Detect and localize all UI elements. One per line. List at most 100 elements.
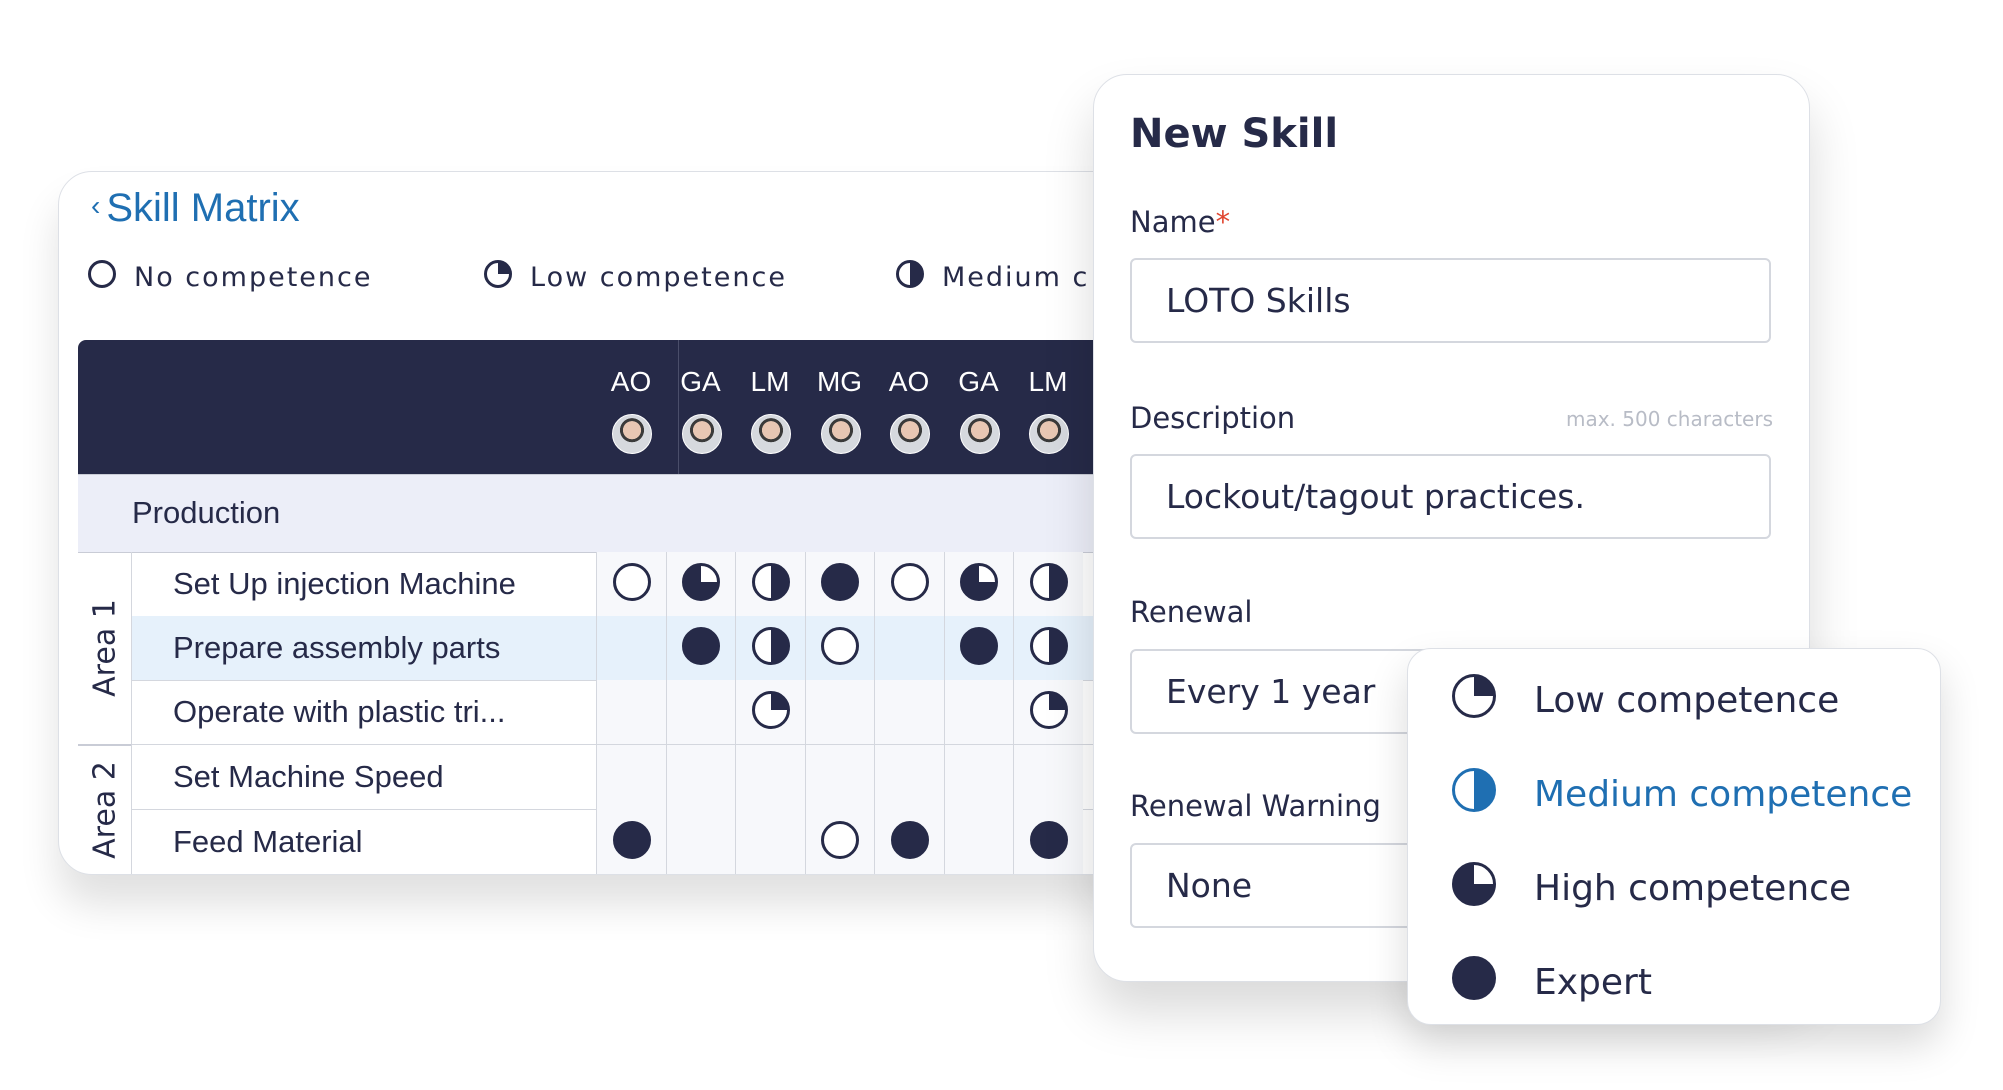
skill-cell[interactable] <box>943 616 1014 680</box>
column-initials: LM <box>750 366 790 397</box>
column-initials: GA <box>680 366 721 397</box>
avatar[interactable] <box>1029 414 1069 454</box>
column-initials: GA <box>958 366 999 397</box>
area-1-label: Area 1 <box>78 552 132 746</box>
avatar[interactable] <box>890 414 930 454</box>
description-hint: max. 500 characters <box>1565 407 1773 431</box>
expert-icon <box>821 563 859 605</box>
avatar[interactable] <box>681 414 722 454</box>
group-row-production[interactable]: Production <box>78 474 1179 553</box>
skill-name: Operate with plastic tri... <box>173 694 506 729</box>
legend-no-competence: No competence <box>88 260 372 295</box>
skill-cell[interactable] <box>735 680 805 744</box>
expert-icon <box>1029 820 1068 863</box>
skill-cell[interactable] <box>1013 745 1083 809</box>
description-label: Description <box>1130 401 1296 435</box>
column-initials: MG <box>816 366 863 397</box>
skill-matrix-card: ‹ Skill Matrix No competence Low competen… <box>58 171 1180 875</box>
no-competence-icon <box>88 260 116 295</box>
skill-cell[interactable] <box>735 745 805 809</box>
medium-competence-icon <box>1029 563 1068 605</box>
skill-cell[interactable] <box>1013 552 1083 616</box>
matrix-header: AO GA LM MG AO GA LM <box>78 340 1179 474</box>
skill-cell[interactable] <box>943 552 1014 616</box>
name-input[interactable]: LOTO Skills <box>1130 258 1771 343</box>
medium-competence-icon <box>1452 768 1496 821</box>
required-asterisk: * <box>1215 205 1231 239</box>
skill-cell[interactable] <box>804 745 875 809</box>
skill-cell[interactable] <box>665 616 736 680</box>
medium-competence-icon <box>751 563 790 605</box>
skill-row[interactable]: Set Machine Speed <box>132 745 1179 810</box>
skill-cell[interactable] <box>874 552 944 616</box>
skill-cell[interactable] <box>874 616 944 680</box>
skill-cell[interactable] <box>665 680 736 744</box>
skill-cell[interactable] <box>1013 680 1083 744</box>
skill-cell[interactable] <box>735 809 805 874</box>
skill-cell[interactable] <box>943 680 1014 744</box>
avatar[interactable] <box>612 414 652 454</box>
expert-icon <box>682 627 720 669</box>
back-chevron-icon[interactable]: ‹ <box>91 190 100 221</box>
column-initials: AO <box>888 366 930 397</box>
skill-cell[interactable] <box>874 745 944 809</box>
area-2-label: Area 2 <box>78 745 132 874</box>
skill-cell[interactable] <box>804 552 875 616</box>
low-competence-icon <box>1452 674 1496 727</box>
skill-cell[interactable] <box>804 616 875 680</box>
skill-cell[interactable] <box>943 745 1014 809</box>
skill-name: Prepare assembly parts <box>173 630 501 665</box>
dropdown-option[interactable]: Medium competence <box>1452 768 1912 821</box>
skill-cell[interactable] <box>1013 616 1083 680</box>
skill-cell[interactable] <box>596 552 666 616</box>
column-initials: LM <box>1028 366 1068 397</box>
skill-cell[interactable] <box>735 552 805 616</box>
description-input[interactable]: Lockout/tagout practices. <box>1130 454 1771 539</box>
avatar[interactable] <box>820 414 861 454</box>
skill-row[interactable]: Prepare assembly parts <box>132 616 1179 681</box>
skill-cell[interactable] <box>596 745 666 809</box>
name-label: Name* <box>1130 205 1231 239</box>
low-competence-icon <box>1029 691 1068 733</box>
column-initials: AO <box>610 366 652 397</box>
high-competence-icon <box>960 563 998 605</box>
skill-row[interactable]: Operate with plastic tri... <box>132 680 1179 745</box>
skill-cell[interactable] <box>665 552 736 616</box>
competence-dropdown: Low competence Medium competence High co… <box>1407 648 1941 1025</box>
low-competence-icon <box>751 691 790 733</box>
no-competence-icon <box>890 563 929 605</box>
skill-cell[interactable] <box>665 745 736 809</box>
expert-icon <box>1452 956 1496 1009</box>
skill-cell[interactable] <box>943 809 1014 874</box>
renewal-warning-label: Renewal Warning <box>1130 789 1381 823</box>
skill-cell[interactable] <box>735 616 805 680</box>
avatar[interactable] <box>751 414 791 454</box>
no-competence-icon <box>612 563 651 605</box>
medium-competence-icon <box>896 260 924 295</box>
avatar[interactable] <box>959 414 1000 454</box>
skill-cell[interactable] <box>596 809 666 874</box>
skill-name: Feed Material <box>173 823 363 859</box>
skill-cell[interactable] <box>804 809 875 874</box>
skill-cell[interactable] <box>874 809 944 874</box>
low-competence-icon <box>484 260 512 295</box>
dropdown-option[interactable]: High competence <box>1452 862 1851 915</box>
skill-name: Set Up injection Machine <box>173 566 516 601</box>
dropdown-option[interactable]: Low competence <box>1452 674 1839 727</box>
skill-cell[interactable] <box>1013 809 1083 874</box>
expert-icon <box>612 820 651 863</box>
renewal-label: Renewal <box>1130 595 1253 629</box>
no-competence-icon <box>821 627 859 669</box>
skill-row[interactable]: Set Up injection Machine <box>132 552 1179 617</box>
skill-cell[interactable] <box>596 616 666 680</box>
skill-cell[interactable] <box>874 680 944 744</box>
no-competence-icon <box>821 820 859 863</box>
high-competence-icon <box>1452 862 1496 915</box>
dropdown-option[interactable]: Expert <box>1452 956 1652 1009</box>
skill-cell[interactable] <box>665 809 736 874</box>
skill-cell[interactable] <box>804 680 875 744</box>
high-competence-icon <box>682 563 720 605</box>
skill-row[interactable]: Feed Material <box>132 809 1179 874</box>
expert-icon <box>890 820 929 863</box>
skill-cell[interactable] <box>596 680 666 744</box>
